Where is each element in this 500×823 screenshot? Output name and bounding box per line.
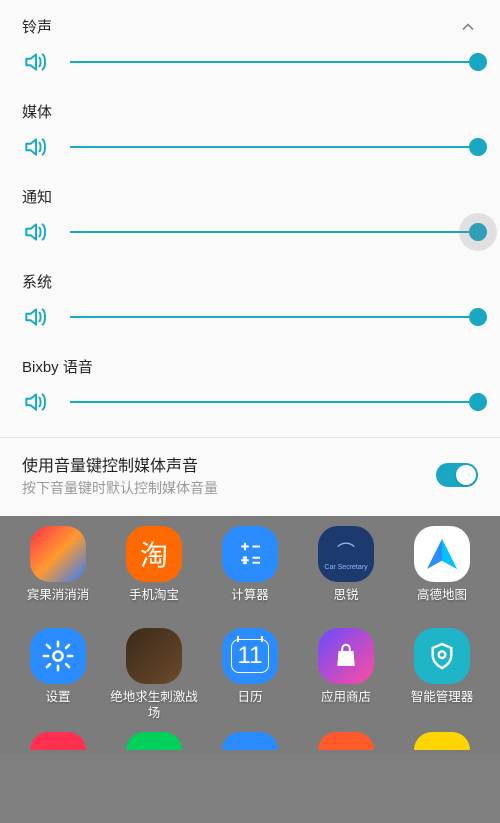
app-label: 设置 [45, 690, 70, 722]
volume-icon [22, 304, 48, 330]
chevron-up-icon[interactable] [458, 17, 478, 37]
volume-slider[interactable] [70, 49, 478, 75]
volume-panel: 铃声 媒体 通知 系统 [0, 0, 500, 516]
toggle-title: 使用音量键控制媒体声音 [22, 452, 420, 476]
app[interactable] [10, 728, 106, 754]
app-row: 宾果消消消淘手机淘宝计算器⌒Car Secretary思锐高德地图 [10, 522, 490, 624]
app-icon [30, 526, 86, 582]
volume-slider[interactable] [70, 389, 478, 415]
app-icon [126, 732, 182, 750]
app[interactable]: 绝地求生刺激战场 [106, 624, 202, 726]
volume-slider[interactable] [70, 304, 478, 330]
app-icon: 11 [222, 628, 278, 684]
slider-thumb[interactable] [469, 308, 487, 326]
volume-section: 通知 [0, 176, 500, 261]
app-label: 宾果消消消 [27, 588, 90, 620]
slider-label: 系统 [22, 271, 52, 292]
app[interactable] [394, 728, 490, 754]
app[interactable]: 设置 [10, 624, 106, 726]
volume-section: 媒体 [0, 91, 500, 176]
app-icon [318, 628, 374, 684]
app-icon [414, 628, 470, 684]
app[interactable] [202, 728, 298, 754]
volume-icon [22, 134, 48, 160]
volume-slider[interactable] [70, 134, 478, 160]
app-icon: 淘 [126, 526, 182, 582]
slider-label: 媒体 [22, 101, 52, 122]
app[interactable]: ⌒Car Secretary 思锐 [298, 522, 394, 624]
app[interactable]: 高德地图 [394, 522, 490, 624]
app-label: 思锐 [333, 588, 358, 620]
app-label: 日历 [237, 690, 262, 722]
volume-section: Bixby 语音 [0, 346, 500, 431]
app-label: 应用商店 [321, 690, 371, 722]
volume-section: 系统 [0, 261, 500, 346]
app-label: 计算器 [231, 588, 269, 620]
app[interactable]: 智能管理器 [394, 624, 490, 726]
app[interactable]: 淘手机淘宝 [106, 522, 202, 624]
app-icon [414, 526, 470, 582]
slider-thumb[interactable] [469, 53, 487, 71]
app[interactable]: 计算器 [202, 522, 298, 624]
slider-thumb[interactable] [469, 393, 487, 411]
app-icon [318, 732, 374, 750]
media-key-toggle-row[interactable]: 使用音量键控制媒体声音 按下音量键时默认控制媒体音量 [0, 438, 500, 516]
slider-label: 通知 [22, 186, 52, 207]
app[interactable] [106, 728, 202, 754]
volume-section: 铃声 [0, 6, 500, 91]
app-icon [126, 628, 182, 684]
app-label: 绝地求生刺激战场 [106, 690, 202, 722]
toggle-subtitle: 按下音量键时默认控制媒体音量 [22, 478, 420, 498]
app-row: 设置 绝地求生刺激战场 11 日历 应用商店 智能管理器 [10, 624, 490, 726]
volume-icon [22, 49, 48, 75]
app-icon: ⌒Car Secretary [318, 526, 374, 582]
app-label: 智能管理器 [411, 690, 474, 722]
slider-thumb[interactable] [469, 223, 487, 241]
app-icon [222, 526, 278, 582]
app[interactable]: 11 日历 [202, 624, 298, 726]
volume-slider[interactable] [70, 219, 478, 245]
slider-thumb[interactable] [469, 138, 487, 156]
app[interactable]: 应用商店 [298, 624, 394, 726]
app-icon [222, 732, 278, 750]
slider-label: Bixby 语音 [22, 356, 93, 377]
app-icon [30, 628, 86, 684]
volume-icon [22, 219, 48, 245]
app[interactable]: 宾果消消消 [10, 522, 106, 624]
home-screen: 宾果消消消淘手机淘宝计算器⌒Car Secretary思锐高德地图 设置绝地求生… [0, 516, 500, 754]
app-label: 高德地图 [417, 588, 467, 620]
app-icon [414, 732, 470, 750]
app[interactable] [298, 728, 394, 754]
app-icon [30, 732, 86, 750]
slider-label: 铃声 [22, 16, 52, 37]
app-row-peek [10, 728, 490, 754]
app-label: 手机淘宝 [129, 588, 179, 620]
media-key-switch[interactable] [436, 463, 478, 487]
volume-icon [22, 389, 48, 415]
